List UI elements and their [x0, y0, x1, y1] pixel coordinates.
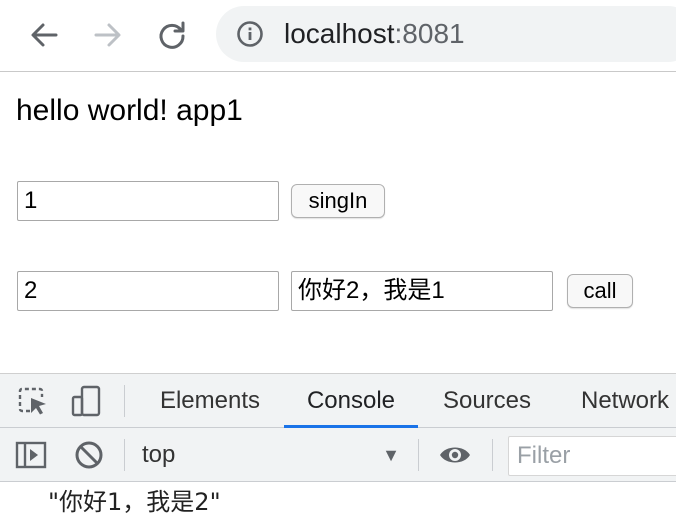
show-sidebar-icon[interactable]	[14, 438, 48, 472]
arrow-right-icon	[94, 23, 121, 47]
address-url[interactable]: localhost:8081	[284, 18, 465, 50]
console-filter-input[interactable]: Filter	[508, 436, 676, 476]
back-button[interactable]	[26, 17, 62, 53]
forward-button[interactable]	[90, 17, 126, 53]
filterbar-divider-3	[492, 439, 493, 471]
tab-sources[interactable]: Sources	[430, 374, 544, 428]
device-toolbar-icon[interactable]	[70, 384, 104, 418]
browser-toolbar: localhost:8081	[0, 0, 676, 72]
toolbar-divider	[124, 385, 125, 417]
console-log-message: "你好1，我是2"	[48, 488, 221, 516]
page-content: hello world! app1 1 singIn 2 你好2，我是1 cal…	[0, 73, 676, 373]
reload-icon	[159, 21, 185, 49]
inspect-element-icon[interactable]	[16, 384, 50, 418]
call-button[interactable]: call	[567, 274, 633, 308]
filterbar-divider-1	[124, 439, 125, 471]
filterbar-divider-2	[418, 439, 419, 471]
context-selector[interactable]: top ▼	[142, 438, 408, 472]
page-heading: hello world! app1	[16, 94, 243, 127]
url-port: :8081	[394, 18, 465, 49]
user-id-input[interactable]: 1	[17, 181, 279, 221]
arrow-left-icon	[31, 23, 58, 47]
eye-icon[interactable]	[438, 438, 472, 472]
devtools-tabbar: Elements Console Sources Network	[0, 374, 676, 428]
signin-button[interactable]: singIn	[291, 184, 385, 218]
tab-network[interactable]: Network	[566, 374, 676, 428]
console-toolbar: top ▼ Filter	[0, 428, 676, 482]
url-host: localhost	[284, 18, 395, 49]
tab-elements[interactable]: Elements	[148, 374, 272, 428]
clear-console-icon[interactable]	[72, 438, 106, 472]
address-bar[interactable]: localhost:8081	[216, 6, 676, 62]
tab-console[interactable]: Console	[284, 374, 418, 428]
info-icon[interactable]	[236, 20, 264, 48]
target-id-input[interactable]: 2	[17, 271, 279, 311]
reload-button[interactable]	[154, 17, 190, 53]
message-input[interactable]: 你好2，我是1	[291, 271, 553, 311]
devtools-panel: Elements Console Sources Network top ▼ F…	[0, 373, 676, 532]
context-value: top	[142, 441, 176, 468]
dropdown-triangle-icon: ▼	[382, 445, 400, 465]
